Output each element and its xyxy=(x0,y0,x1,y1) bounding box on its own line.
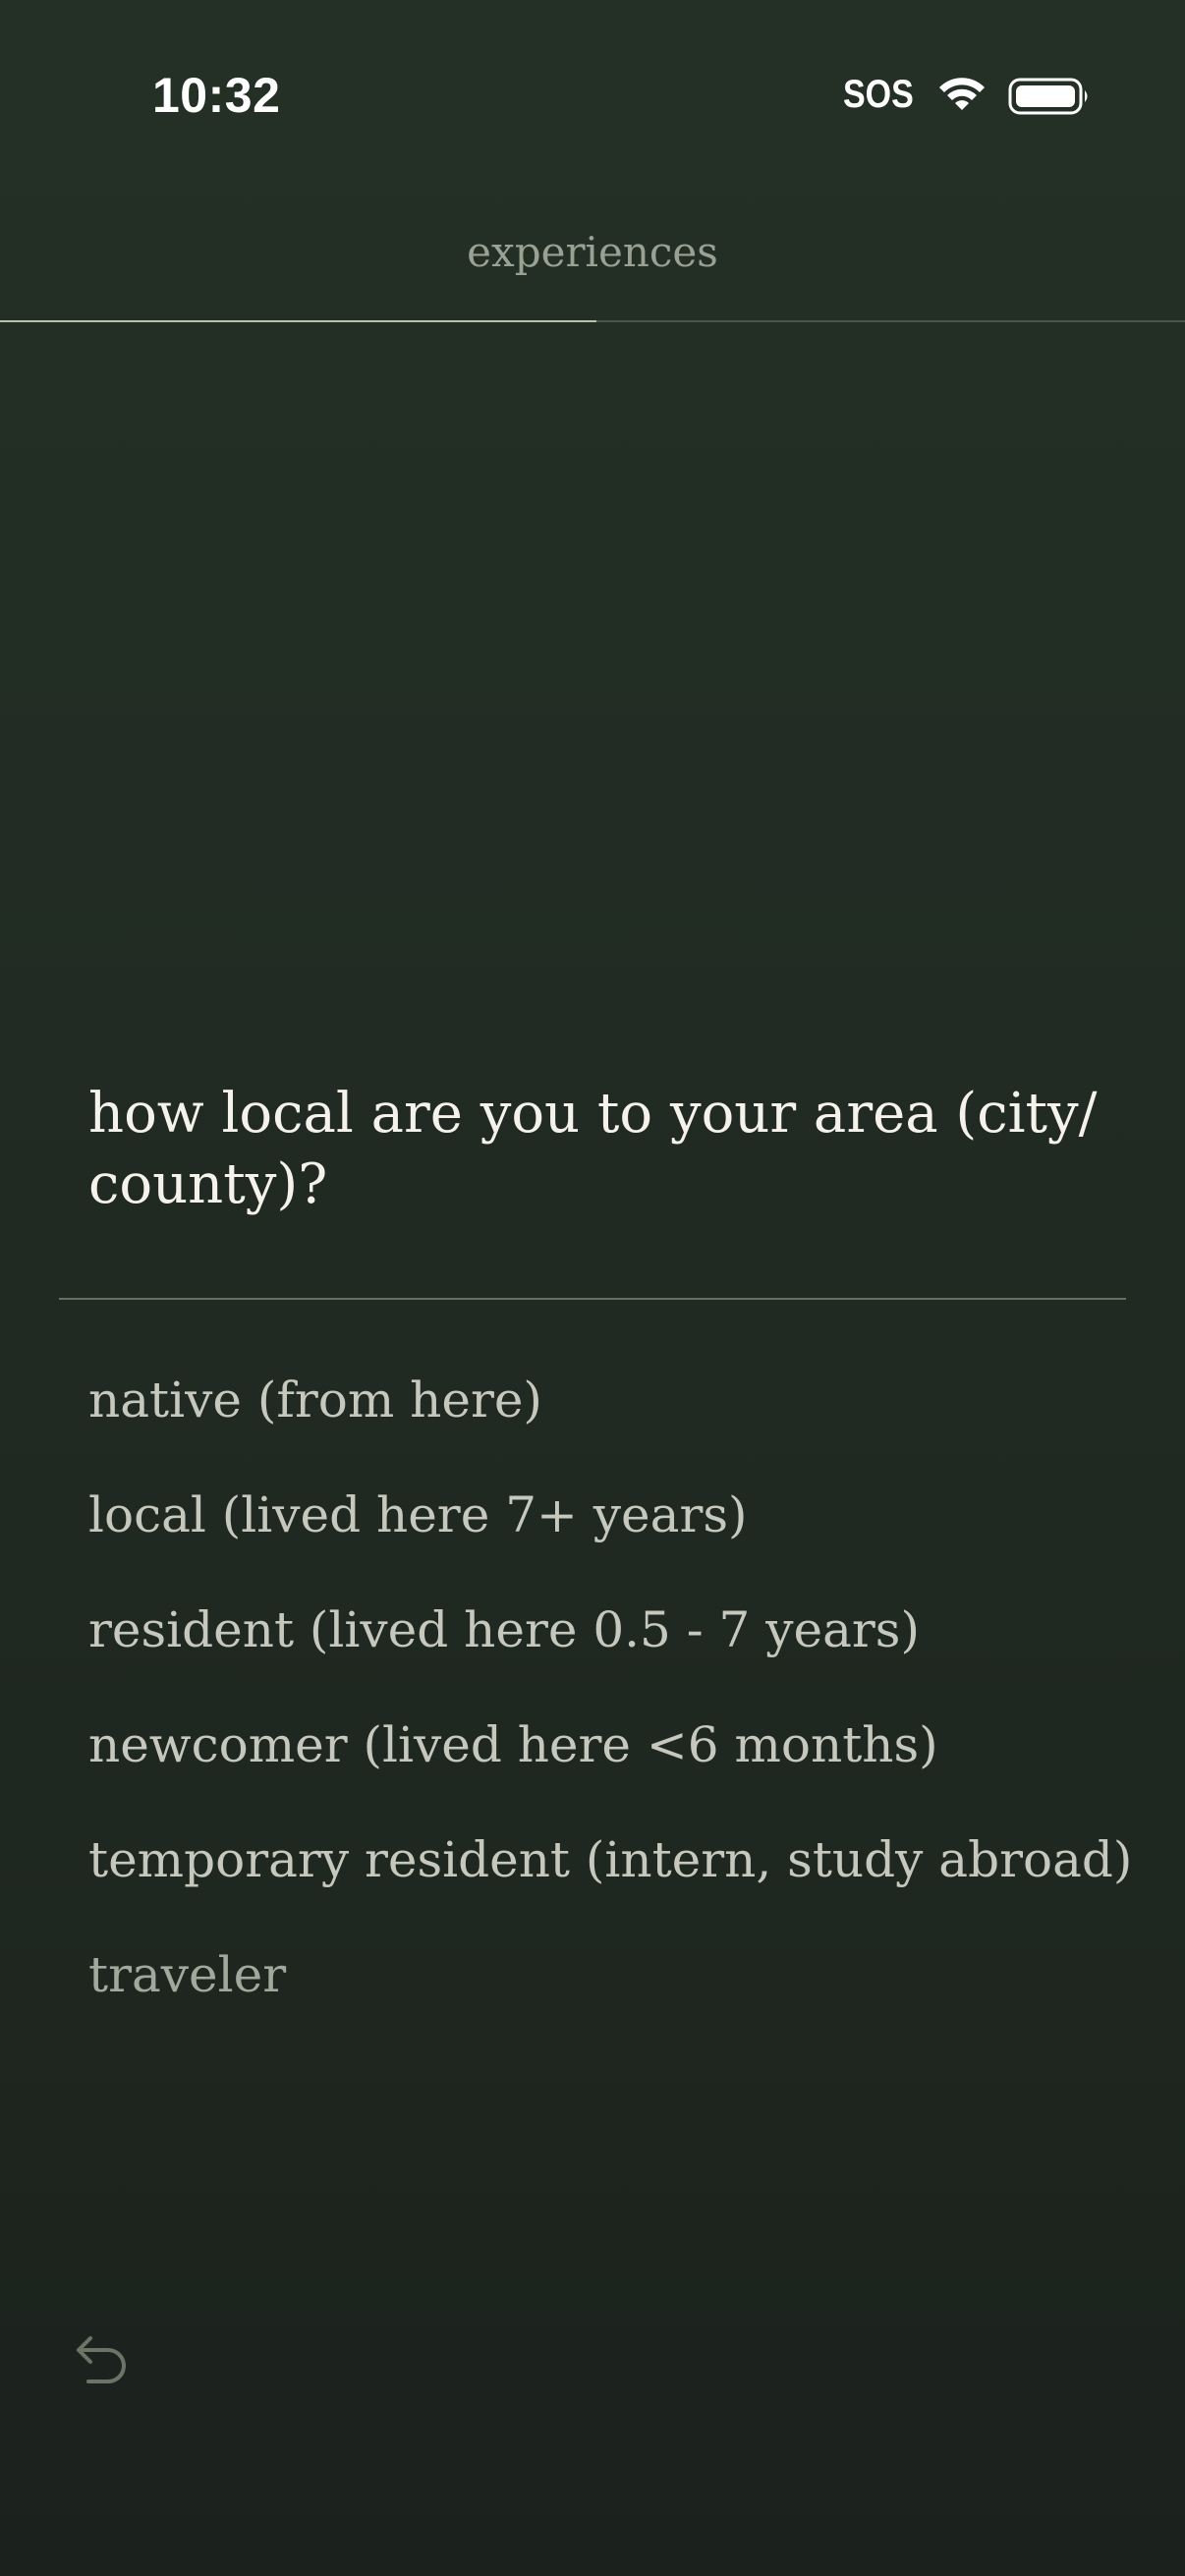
option-resident[interactable]: resident (lived here 0.5 - 7 years) xyxy=(88,1596,1150,1710)
option-native[interactable]: native (from here) xyxy=(88,1366,1150,1481)
status-bar: 10:32 SOS xyxy=(0,0,1185,196)
option-temporary-resident[interactable]: temporary resident (intern, study abroad… xyxy=(88,1825,1150,1940)
battery-icon xyxy=(1008,78,1088,115)
option-newcomer[interactable]: newcomer (lived here <6 months) xyxy=(88,1710,1150,1825)
option-traveler[interactable]: traveler xyxy=(88,1940,1150,2055)
divider xyxy=(59,1298,1126,1300)
answer-options-list: native (from here) local (lived here 7+ … xyxy=(88,1366,1150,2055)
status-time: 10:32 xyxy=(152,68,281,123)
sos-indicator: SOS xyxy=(843,73,914,116)
question-text: how local are you to your area (city/ co… xyxy=(88,1082,1098,1216)
wifi-icon xyxy=(939,78,985,110)
progress-bar-fill xyxy=(0,320,596,322)
back-button[interactable] xyxy=(71,2328,134,2391)
page-title: experiences xyxy=(467,228,718,276)
progress-bar xyxy=(0,320,1185,322)
option-local[interactable]: local (lived here 7+ years) xyxy=(88,1481,1150,1596)
back-arrow-icon xyxy=(77,2336,126,2383)
